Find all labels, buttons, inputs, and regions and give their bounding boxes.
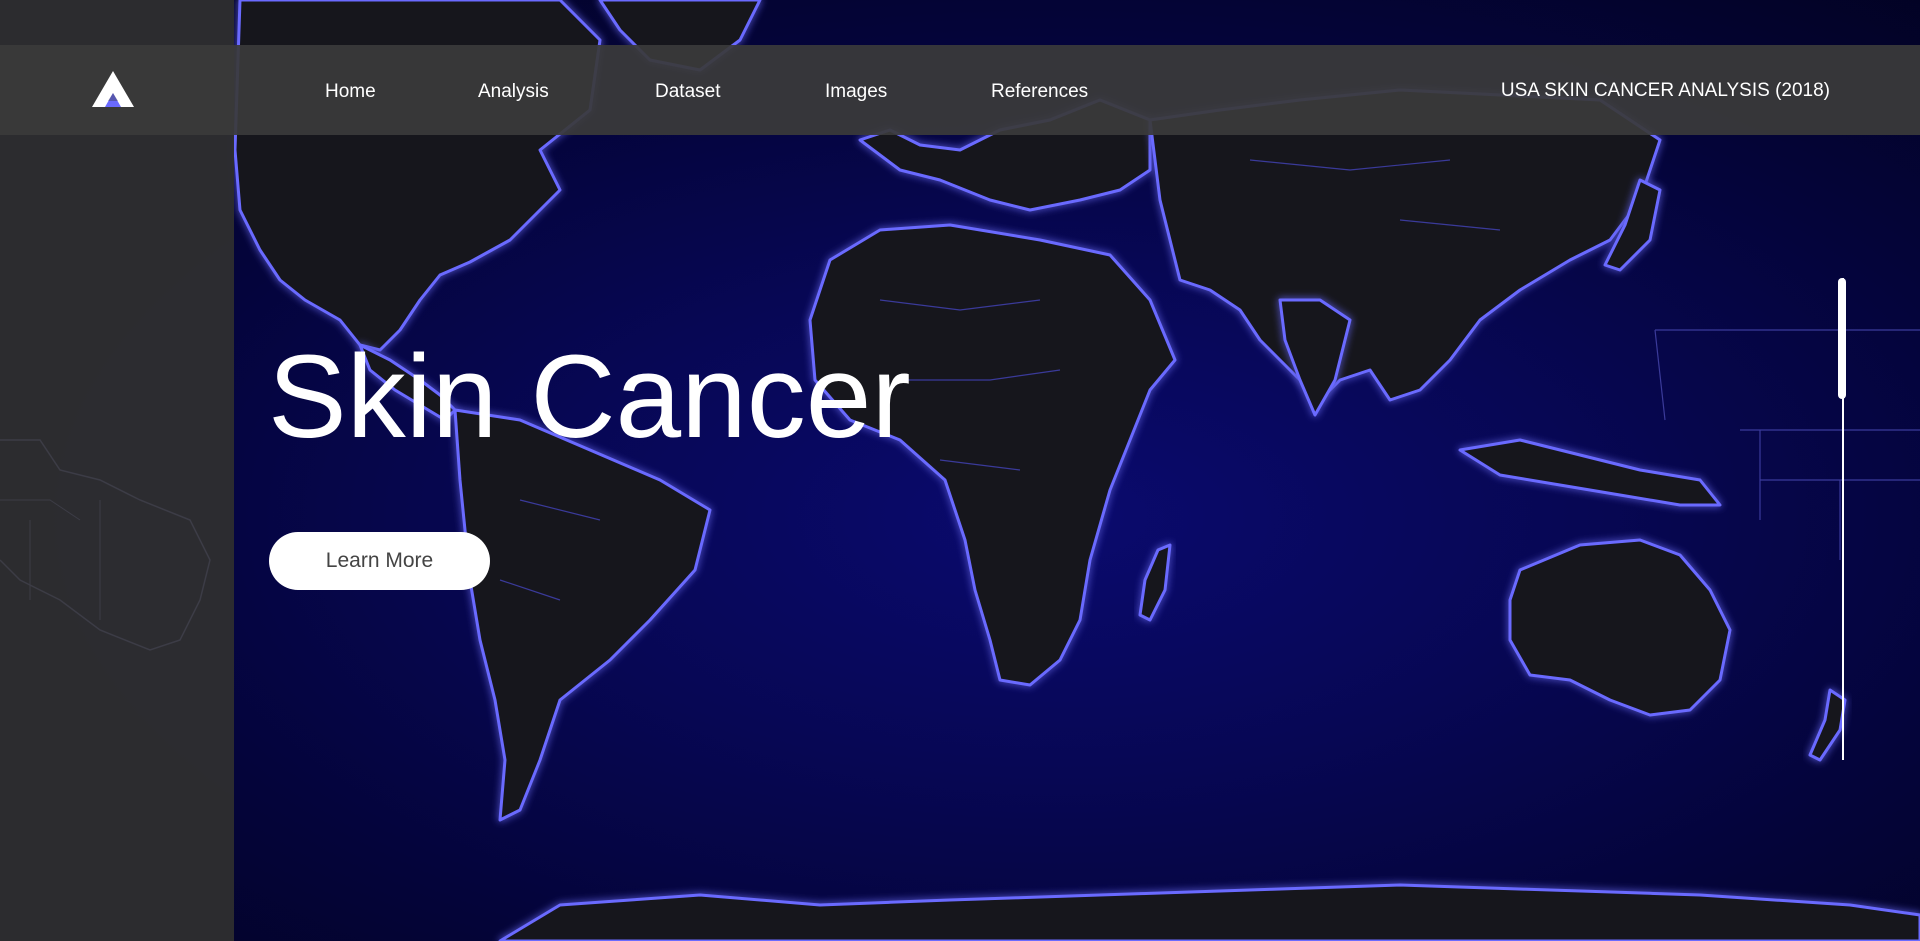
antarctica-shape	[498, 883, 1920, 941]
right-region-borders	[1654, 329, 1920, 560]
new-zealand-shape	[1808, 688, 1847, 762]
triangle-mountain-logo-icon[interactable]	[90, 69, 136, 109]
hero-title: Skin Cancer	[268, 331, 911, 463]
page: Home Analysis Dataset Images References …	[0, 0, 1920, 941]
indonesia-shape	[1458, 438, 1722, 507]
side-panel-map-outline	[0, 439, 211, 651]
madagascar-shape	[1138, 543, 1172, 622]
australia-shape	[1508, 538, 1732, 717]
world-map-background	[233, 0, 1920, 941]
south-america-shape	[453, 408, 712, 822]
nav-link-analysis[interactable]: Analysis	[478, 81, 549, 103]
nav-link-references[interactable]: References	[991, 81, 1088, 103]
nav-link-images[interactable]: Images	[825, 81, 887, 103]
asia-shape	[1148, 88, 1662, 402]
india-shape	[1278, 298, 1352, 417]
top-navbar: Home Analysis Dataset Images References …	[0, 45, 1920, 135]
learn-more-button[interactable]: Learn More	[269, 532, 490, 590]
left-side-panel	[0, 0, 234, 941]
site-brand-title: USA SKIN CANCER ANALYSIS (2018)	[1500, 80, 1830, 101]
nav-link-dataset[interactable]: Dataset	[655, 81, 720, 103]
scroll-indicator-thumb[interactable]	[1838, 278, 1846, 399]
nav-link-home[interactable]: Home	[325, 81, 376, 103]
